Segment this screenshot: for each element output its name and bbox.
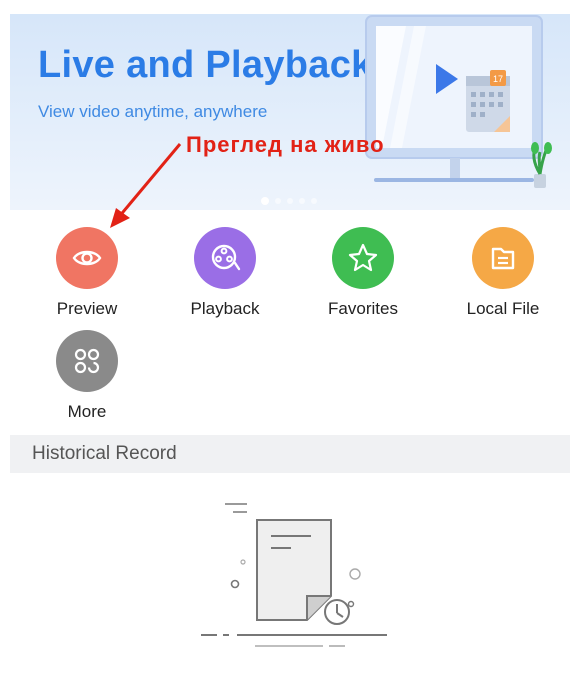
local-file-label: Local File [466, 299, 540, 318]
apps-grid-icon [56, 330, 118, 392]
annotation-arrow-icon [110, 143, 182, 228]
eye-icon [56, 227, 118, 289]
star-icon [332, 227, 394, 289]
favorites-button[interactable]: Favorites [308, 227, 418, 319]
monitor-illustration: 17 [365, 15, 552, 188]
banner-subtitle: View video anytime, anywhere [38, 102, 268, 121]
playback-label: Playback [190, 299, 260, 318]
historical-record-header: Historical Record [10, 435, 570, 473]
clock-icon [324, 599, 350, 625]
carousel-dots[interactable] [260, 196, 330, 206]
folder-file-icon [472, 227, 534, 289]
annotation-label: Преглед на живо [186, 132, 385, 157]
playback-button[interactable]: Playback [170, 227, 280, 319]
favorites-label: Favorites [328, 299, 398, 318]
banner-title: Live and Playback [38, 44, 373, 86]
promo-banner[interactable]: Live and Playback View video anytime, an… [10, 14, 570, 210]
preview-label: Preview [56, 299, 118, 318]
local-file-button[interactable]: Local File [448, 227, 558, 319]
preview-button[interactable]: Preview [32, 227, 142, 319]
svg-text:17: 17 [493, 74, 503, 84]
more-button[interactable]: More [32, 330, 142, 422]
more-label: More [67, 402, 107, 421]
empty-record-illustration [201, 503, 387, 647]
calendar-icon: 17 [466, 70, 510, 132]
film-reel-icon [194, 227, 256, 289]
